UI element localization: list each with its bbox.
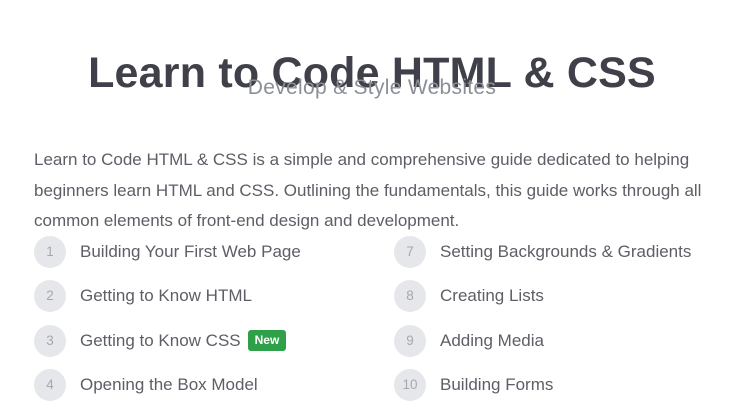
lesson-number: 7 (394, 235, 426, 268)
lesson-item[interactable]: 9 Adding Media (394, 323, 691, 358)
lesson-link[interactable]: Getting to Know HTML (80, 286, 252, 306)
lesson-number: 10 (394, 369, 426, 401)
lesson-link[interactable]: Setting Backgrounds & Gradients (440, 242, 691, 262)
intro-paragraph: Learn to Code HTML & CSS is a simple and… (34, 150, 702, 230)
lesson-item[interactable]: 7 Setting Backgrounds & Gradients (394, 234, 691, 269)
lesson-link[interactable]: Getting to Know CSS (80, 331, 241, 351)
lesson-list: 1 Building Your First Web Page 2 Getting… (34, 234, 734, 410)
new-badge: New (247, 330, 287, 351)
lesson-item[interactable]: 4 Opening the Box Model (34, 368, 301, 403)
lesson-column-left: 1 Building Your First Web Page 2 Getting… (34, 234, 301, 412)
lesson-number: 8 (394, 280, 426, 312)
lesson-link[interactable]: Opening the Box Model (80, 375, 258, 395)
lesson-column-right: 7 Setting Backgrounds & Gradients 8 Crea… (394, 234, 691, 412)
lesson-item[interactable]: 8 Creating Lists (394, 279, 691, 314)
page-subtitle: Develop & Style Websites (247, 76, 497, 99)
lesson-item[interactable]: 3 Getting to Know CSS New (34, 323, 301, 358)
lesson-link[interactable]: Adding Media (440, 331, 544, 351)
lesson-number: 3 (34, 324, 66, 357)
page: Learn to Code HTML & CSS Develop & Style… (0, 0, 744, 408)
lesson-item[interactable]: 10 Building Forms (394, 368, 691, 403)
lesson-item[interactable]: 2 Getting to Know HTML (34, 279, 301, 314)
lesson-number: 2 (34, 280, 66, 312)
lesson-link[interactable]: Building Forms (440, 375, 553, 395)
lesson-item[interactable]: 1 Building Your First Web Page (34, 234, 301, 269)
lesson-link[interactable]: Building Your First Web Page (80, 242, 301, 262)
lesson-number: 9 (394, 324, 426, 357)
lesson-link[interactable]: Creating Lists (440, 286, 544, 306)
lesson-number: 4 (34, 369, 66, 401)
lesson-number: 1 (34, 235, 66, 268)
